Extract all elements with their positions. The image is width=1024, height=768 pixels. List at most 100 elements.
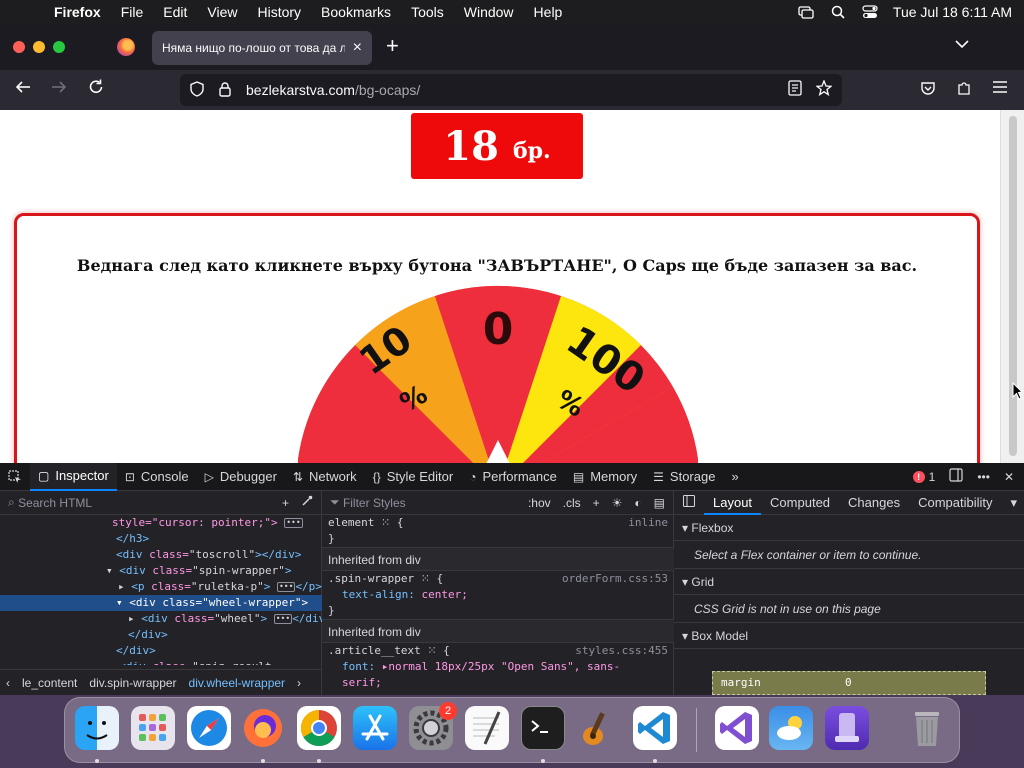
search-html-input[interactable]: Search HTML [18,496,92,510]
rule-spin-wrapper[interactable]: .spin-wrapper ⁙ {orderForm.css:53 [322,571,674,587]
breadcrumb-left-arrow-icon[interactable]: ‹ [6,676,10,690]
window-zoom-button[interactable] [53,41,65,53]
spotlight-search-icon[interactable] [829,5,847,19]
firefox-view-icon[interactable] [117,38,135,56]
tab-inspector[interactable]: ▢ Inspector [30,462,117,491]
dock-side-icon[interactable] [949,468,963,485]
menu-edit[interactable]: Edit [153,4,197,20]
tab-network[interactable]: ⇅ Network [285,463,365,491]
new-tab-plus-icon[interactable]: + [386,34,399,58]
markup-node[interactable]: ▸ <div class="wheel"> •••</div> [0,611,322,627]
rule-declaration[interactable]: text-align: center; [322,587,674,603]
menu-file[interactable]: File [111,4,154,20]
print-media-icon[interactable]: ▤ [654,496,665,510]
extensions-puzzle-icon[interactable] [956,80,972,100]
shield-tracking-protection-icon[interactable] [190,80,206,100]
cls-toggle[interactable]: .cls [563,496,581,510]
app-store-icon[interactable] [353,706,397,750]
address-bar[interactable]: bezlekarstva.com /bg-ocaps/ [180,74,842,106]
menu-view[interactable]: View [197,4,247,20]
add-rule-icon[interactable]: + [593,496,600,510]
visual-studio-icon[interactable] [715,706,759,750]
light-mode-sun-icon[interactable]: ☀ [612,496,623,510]
fortune-wheel[interactable]: 0 10 % 100 % [298,196,698,463]
rule-source-link[interactable]: styles.css:455 [575,643,668,659]
breadcrumb-item[interactable]: div.spin-wrapper [89,676,176,690]
markup-node[interactable]: ▸ <p class="ruletka-p"> ••• </p> [0,579,322,595]
page-scrollbar-thumb[interactable] [1009,116,1017,456]
box-model-margin[interactable]: margin 0 [712,671,986,695]
rule-source-link[interactable]: orderForm.css:53 [562,571,668,587]
tab-layout[interactable]: Layout [704,491,762,515]
devtools-menu-icon[interactable]: ••• [977,470,990,484]
rule-declaration[interactable]: font: ▸normal 18px/25px "Open Sans", san… [322,659,674,675]
menubar-clock[interactable]: Tue Jul 18 6:11 AM [893,4,1012,20]
window-close-button[interactable] [13,41,25,53]
dark-mode-contrast-icon[interactable]: ◐ [634,496,641,510]
markup-node[interactable]: </h3> [0,531,322,547]
list-all-tabs-chevron-icon[interactable] [955,36,969,52]
terminal-icon[interactable] [521,706,565,750]
screen-mirroring-icon[interactable] [797,5,815,19]
error-count-badge[interactable]: ! 1 [912,470,935,484]
devtools-close-icon[interactable]: ✕ [1004,470,1014,484]
margin-value[interactable]: 0 [845,676,852,689]
garageband-icon[interactable] [575,706,619,750]
hov-toggle[interactable]: :hov [528,496,551,510]
tab-computed[interactable]: Computed [761,491,839,515]
page-scrollbar[interactable] [1000,110,1024,463]
pocket-icon[interactable] [920,80,936,100]
simulator-icon[interactable] [825,706,869,750]
markup-node[interactable]: style="cursor: pointer;"> ••• [0,515,322,531]
window-minimize-button[interactable] [33,41,45,53]
tab-performance[interactable]: ◔ Performance [461,463,565,491]
reader-view-icon[interactable] [788,80,802,100]
control-center-icon[interactable] [861,5,879,19]
vscode-icon[interactable] [633,706,677,750]
tab-memory[interactable]: ▤ Memory [565,463,645,491]
markup-tree[interactable]: style="cursor: pointer;"> ••• </h3> <div c… [0,515,322,665]
tab-console[interactable]: ⊡ Console [117,463,197,491]
firefox-dock-icon[interactable] [241,706,285,750]
breadcrumb-item[interactable]: le_content [22,676,77,690]
menu-help[interactable]: Help [524,4,573,20]
rule-article-text[interactable]: .article__text ⁙ {styles.css:455 [322,643,674,659]
add-node-icon[interactable]: + [282,496,289,510]
bookmark-star-icon[interactable] [815,79,833,100]
browser-tab-active[interactable]: Няма нищо по-лошо от това да лежиш × [152,31,372,65]
menu-bookmarks[interactable]: Bookmarks [311,4,401,20]
system-settings-icon[interactable]: 2 [409,702,457,750]
weather-icon[interactable] [769,706,813,750]
flexbox-section[interactable]: ▾ Flexbox [674,515,1024,541]
markup-node[interactable]: <div class="toscroll"></div> [0,547,322,563]
collapsed-children-icon[interactable]: ••• [276,582,296,592]
menu-history[interactable]: History [247,4,311,20]
breadcrumb-right-arrow-icon[interactable]: › [297,676,301,690]
back-arrow-icon[interactable] [14,78,32,101]
forward-arrow-icon[interactable] [50,78,68,101]
finder-icon[interactable] [75,706,119,750]
launchpad-icon[interactable] [131,706,175,750]
collapsed-children-icon[interactable]: ••• [273,614,293,624]
eyedropper-icon[interactable] [301,495,313,510]
tab-compatibility[interactable]: Compatibility [909,491,1001,515]
grid-section[interactable]: ▾ Grid [674,569,1024,595]
collapsed-children-icon[interactable]: ••• [284,518,303,528]
breadcrumb-item-active[interactable]: div.wheel-wrapper [189,676,286,690]
trash-icon[interactable] [905,706,949,750]
element-picker-icon[interactable] [0,463,30,491]
menu-tools[interactable]: Tools [401,4,454,20]
markup-node-selected[interactable]: ▾ <div class="wheel-wrapper"> [0,595,322,611]
safari-icon[interactable] [187,706,231,750]
tab-style-editor[interactable]: {} Style Editor [365,463,462,491]
tab-debugger[interactable]: ▷ Debugger [197,463,285,491]
tab-changes[interactable]: Changes [839,491,909,515]
menu-app-name[interactable]: Firefox [44,4,111,20]
markup-node[interactable]: ▸ <div class="spin-result- [0,659,322,665]
box-model-section[interactable]: ▾ Box Model [674,623,1024,649]
reload-icon[interactable] [87,78,105,101]
markup-node[interactable]: </div> [0,627,322,643]
tab-close-icon[interactable]: × [353,39,362,57]
filter-styles-input[interactable]: Filter Styles [343,496,406,510]
markup-node[interactable]: ▾ <div class="spin-wrapper"> [0,563,322,579]
